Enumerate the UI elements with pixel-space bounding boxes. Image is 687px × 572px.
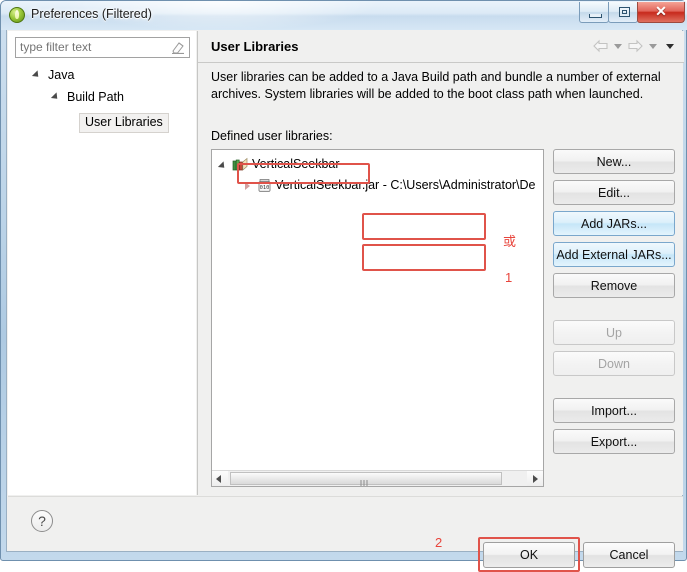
- add-external-jars-button[interactable]: Add External JARs...: [553, 242, 675, 267]
- remove-button[interactable]: Remove: [553, 273, 675, 298]
- search-input[interactable]: [20, 40, 160, 54]
- annotation-step-one: 1: [505, 270, 513, 285]
- table-row[interactable]: 010 VerticalSeekbar.jar - C:\Users\Admin…: [212, 175, 543, 196]
- minimize-icon: [589, 14, 602, 18]
- preferences-window: Preferences (Filtered) ✕ type filter tex…: [0, 0, 687, 572]
- user-libraries-tree[interactable]: VerticalSeekbar 010 VerticalSeekbar.jar …: [211, 149, 544, 487]
- close-button[interactable]: ✕: [637, 2, 685, 23]
- jar-archive-icon: 010: [258, 179, 271, 192]
- scrollbar-thumb[interactable]: [230, 472, 502, 486]
- sidebar-item-label: User Libraries: [79, 113, 169, 133]
- annotation-or-marker: 或: [503, 234, 517, 249]
- chevron-down-icon[interactable]: [614, 43, 622, 49]
- sidebar-item-user-libraries[interactable]: User Libraries: [8, 108, 196, 133]
- eraser-icon[interactable]: [171, 41, 185, 54]
- library-name-label: VerticalSeekbar: [252, 157, 340, 171]
- import-button[interactable]: Import...: [553, 398, 675, 423]
- edit-button[interactable]: Edit...: [553, 180, 675, 205]
- user-library-books-icon: [232, 157, 248, 171]
- dialog-footer: ?: [8, 496, 683, 551]
- grip-icon: [360, 476, 372, 486]
- chevron-collapsed-icon[interactable]: [245, 182, 250, 190]
- user-libraries-page: User Libraries User libraries can be add…: [197, 31, 684, 495]
- help-button[interactable]: ?: [31, 510, 53, 532]
- up-button[interactable]: Up: [553, 320, 675, 345]
- page-title: User Libraries: [211, 39, 299, 54]
- window-controls: ✕: [579, 2, 685, 24]
- page-description: User libraries can be added to a Java Bu…: [211, 70, 661, 101]
- sidebar-item-label: Build Path: [67, 90, 124, 104]
- filter-field-wrapper[interactable]: [15, 37, 190, 58]
- dialog-body: Java Build Path User Libraries User: [6, 30, 684, 572]
- maximize-button[interactable]: [608, 2, 638, 23]
- preferences-sidebar: Java Build Path User Libraries: [8, 31, 196, 495]
- export-button[interactable]: Export...: [553, 429, 675, 454]
- page-header: User Libraries: [198, 31, 684, 63]
- library-action-buttons: New... Edit... Add JARs... Add External …: [553, 149, 675, 460]
- chevron-expanded-icon[interactable]: [50, 92, 61, 102]
- sidebar-item-label: Java: [48, 68, 75, 82]
- down-button[interactable]: Down: [553, 351, 675, 376]
- close-icon: ✕: [655, 3, 667, 19]
- view-menu-chevron-down-icon[interactable]: [666, 43, 674, 49]
- arrow-right-icon[interactable]: [627, 39, 644, 53]
- defined-libraries-label: Defined user libraries:: [211, 129, 333, 143]
- cancel-button[interactable]: Cancel: [583, 542, 675, 568]
- ok-button[interactable]: OK: [483, 542, 575, 568]
- scroll-left-button[interactable]: [212, 471, 228, 486]
- table-row[interactable]: VerticalSeekbar: [212, 154, 543, 175]
- annotation-step-two: 2: [435, 535, 443, 550]
- chevron-expanded-icon[interactable]: [31, 70, 42, 80]
- chevron-expanded-icon[interactable]: [217, 161, 228, 171]
- new-button[interactable]: New...: [553, 149, 675, 174]
- horizontal-scrollbar[interactable]: [212, 470, 543, 486]
- window-title: Preferences (Filtered): [31, 7, 152, 21]
- page-nav-icons: [592, 39, 678, 53]
- maximize-icon: [619, 7, 630, 17]
- chevron-down-icon[interactable]: [649, 43, 657, 49]
- add-jars-button[interactable]: Add JARs...: [553, 211, 675, 236]
- preferences-tree: Java Build Path User Libraries: [8, 64, 196, 133]
- minimize-button[interactable]: [579, 2, 609, 23]
- sidebar-item-build-path[interactable]: Build Path: [8, 86, 196, 108]
- jar-path-label: VerticalSeekbar.jar - C:\Users\Administr…: [275, 178, 536, 192]
- title-bar: Preferences (Filtered) ✕: [1, 1, 687, 30]
- arrow-left-icon[interactable]: [592, 39, 609, 53]
- eclipse-circle-icon: [9, 7, 25, 23]
- sidebar-item-java[interactable]: Java: [8, 64, 196, 86]
- svg-text:010: 010: [260, 185, 270, 191]
- scroll-right-button[interactable]: [527, 471, 543, 486]
